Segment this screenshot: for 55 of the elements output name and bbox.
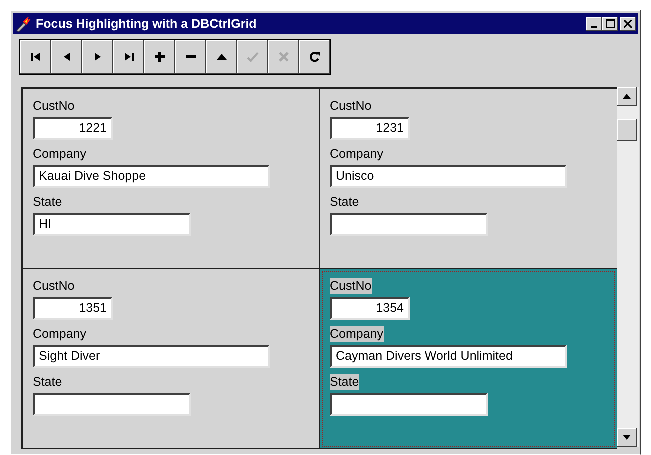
- input-field[interactable]: 1231: [330, 117, 410, 140]
- input-field[interactable]: HI: [33, 213, 191, 236]
- close-button[interactable]: [620, 16, 636, 30]
- window-title: Focus Highlighting with a DBCtrlGrid: [36, 16, 258, 30]
- minimize-icon: [591, 26, 597, 28]
- prior-button[interactable]: [51, 40, 82, 74]
- up-arrow-icon: [623, 94, 631, 99]
- field-label: Company: [330, 326, 384, 342]
- field-label: CustNo: [33, 278, 75, 294]
- minimize-button[interactable]: [586, 16, 602, 30]
- input-field[interactable]: Cayman Divers World Unlimited: [330, 345, 567, 368]
- first-record-button[interactable]: [20, 40, 51, 74]
- field-label: CustNo: [330, 98, 372, 114]
- maximize-button[interactable]: [602, 16, 618, 30]
- minus-button[interactable]: [175, 40, 206, 74]
- up-triangle-button[interactable]: [206, 40, 237, 74]
- input-field[interactable]: 1354: [330, 297, 410, 320]
- down-arrow-icon: [623, 435, 631, 440]
- field-label: Company: [33, 146, 86, 162]
- scroll-up-button[interactable]: [617, 87, 637, 106]
- input-field[interactable]: Kauai Dive Shoppe: [33, 165, 270, 188]
- field-label: State: [33, 194, 62, 210]
- record-panel[interactable]: CustNo 1354 Company Cayman Divers World Unlimited State: [320, 269, 617, 449]
- input-field[interactable]: [330, 213, 488, 236]
- input-field[interactable]: [33, 393, 191, 416]
- torch-icon: [15, 16, 33, 32]
- field-label: State: [330, 374, 360, 390]
- record-panel[interactable]: CustNo 1231 Company Unisco State: [320, 89, 617, 269]
- plus-icon: [152, 50, 166, 64]
- field-label: CustNo: [330, 278, 372, 294]
- record-panel[interactable]: CustNo 1221 Company Kauai Dive Shoppe State HI: [23, 89, 320, 269]
- last-record-button[interactable]: [113, 40, 144, 74]
- close-icon: [624, 20, 632, 28]
- refresh-button[interactable]: [299, 40, 330, 74]
- input-field[interactable]: Sight Diver: [33, 345, 270, 368]
- plus-button[interactable]: [144, 40, 175, 74]
- input-field[interactable]: 1221: [33, 117, 113, 140]
- first-record-icon: [28, 50, 42, 64]
- input-field[interactable]: Unisco: [330, 165, 567, 188]
- field-label: State: [330, 194, 360, 210]
- input-field[interactable]: 1351: [33, 297, 113, 320]
- checkmark-icon: [246, 50, 260, 64]
- field-label: CustNo: [33, 98, 75, 114]
- maximize-icon: [606, 19, 614, 28]
- refresh-icon: [308, 50, 322, 64]
- input-field[interactable]: [330, 393, 488, 416]
- scroll-down-button[interactable]: [617, 428, 637, 447]
- record-panel[interactable]: CustNo 1351 Company Sight Diver State: [23, 269, 320, 449]
- field-label: Company: [33, 326, 86, 342]
- scroll-thumb[interactable]: [617, 119, 637, 141]
- field-label: Company: [330, 146, 384, 162]
- field-label: State: [33, 374, 62, 390]
- x-icon: [276, 50, 290, 64]
- scrollbar[interactable]: [617, 87, 639, 447]
- next-button[interactable]: [82, 40, 113, 74]
